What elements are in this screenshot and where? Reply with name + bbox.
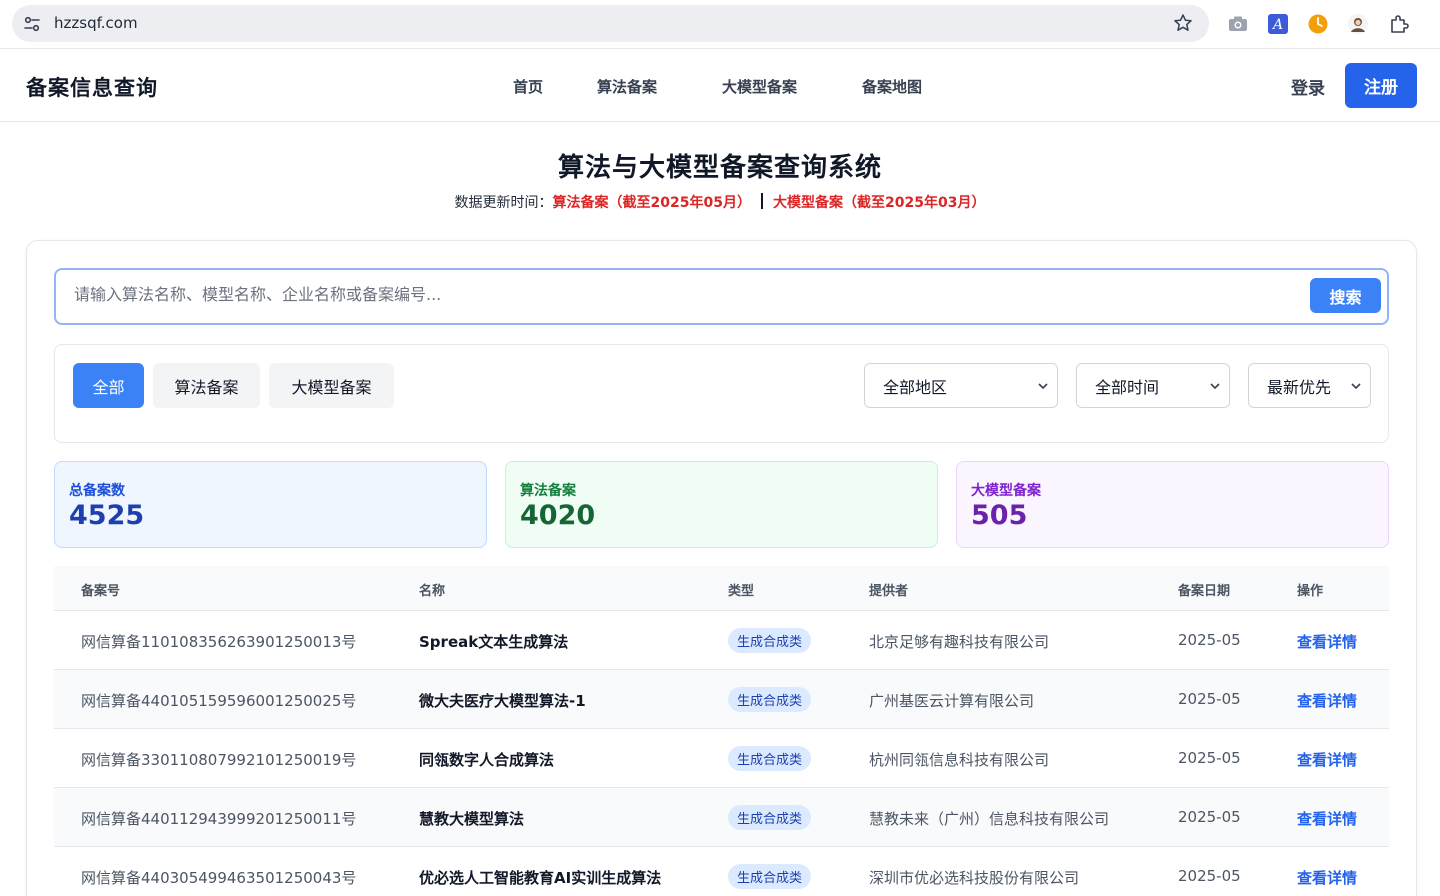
- table-row: 网信算备440112943999201250011号 慧教大模型算法 生成合成类…: [54, 788, 1389, 847]
- type-badge: 生成合成类: [728, 746, 812, 771]
- model-update-date: 大模型备案（截至2025年03月）: [773, 195, 986, 211]
- region-select-value: 全部地区: [883, 377, 948, 397]
- filing-number: 网信算备110108356263901250013号: [81, 633, 357, 651]
- nav-home[interactable]: 首页: [513, 76, 543, 97]
- col-provider: 提供者: [869, 584, 909, 599]
- stat-total: 总备案数 4525: [54, 461, 487, 548]
- site-brand[interactable]: 备案信息查询: [26, 72, 158, 102]
- chevron-down-icon: [1038, 383, 1048, 390]
- filing-number: 网信算备440105159596001250025号: [81, 692, 357, 710]
- extensions-puzzle-icon[interactable]: [1388, 13, 1410, 35]
- svg-text:A: A: [1271, 17, 1283, 33]
- filter-panel: 全部 算法备案 大模型备案 全部地区 全部时间 最新优先: [54, 344, 1389, 443]
- filing-date: 2025-05: [1178, 631, 1241, 649]
- stat-algorithm-value: 4020: [520, 500, 596, 531]
- stat-model: 大模型备案 505: [956, 461, 1389, 548]
- type-badge: 生成合成类: [728, 628, 812, 653]
- tab-all[interactable]: 全部: [73, 363, 144, 408]
- page-title: 算法与大模型备案查询系统: [557, 153, 882, 183]
- stat-model-value: 505: [971, 500, 1028, 531]
- chevron-down-icon: [1210, 383, 1220, 390]
- type-badge: 生成合成类: [728, 687, 812, 712]
- nav-model-filing[interactable]: 大模型备案: [722, 76, 797, 97]
- view-details-link[interactable]: 查看详情: [1297, 749, 1357, 770]
- timer-extension-icon[interactable]: [1307, 13, 1329, 35]
- chevron-down-icon: [1351, 383, 1361, 390]
- table-row: 网信算备330110807992101250019号 同瓴数字人合成算法 生成合…: [54, 729, 1389, 788]
- camera-icon[interactable]: [1227, 13, 1249, 35]
- type-badge: 生成合成类: [728, 805, 812, 830]
- search-button[interactable]: 搜索: [1310, 278, 1381, 313]
- view-details-link[interactable]: 查看详情: [1297, 867, 1357, 888]
- browser-toolbar: hzzsqf.com A: [0, 0, 1440, 49]
- site-header: 备案信息查询 首页 算法备案 大模型备案 备案地图 登录 注册: [0, 50, 1440, 122]
- filing-name: 同瓴数字人合成算法: [419, 751, 555, 769]
- tab-large-model[interactable]: 大模型备案: [269, 363, 394, 408]
- search-box: 搜索: [54, 268, 1389, 325]
- filing-date: 2025-05: [1178, 749, 1241, 767]
- view-details-link[interactable]: 查看详情: [1297, 690, 1357, 711]
- stat-algorithm-label: 算法备案: [520, 483, 576, 499]
- table-header: 备案号 名称 类型 提供者 备案日期 操作: [54, 566, 1389, 611]
- filing-date: 2025-05: [1178, 867, 1241, 885]
- col-name: 名称: [419, 584, 446, 599]
- translate-extension-icon[interactable]: A: [1267, 13, 1289, 35]
- provider: 杭州同瓴信息科技有限公司: [869, 751, 1050, 769]
- nav-algorithm-filing[interactable]: 算法备案: [597, 76, 657, 97]
- filing-date: 2025-05: [1178, 808, 1241, 826]
- stat-model-label: 大模型备案: [971, 483, 1041, 499]
- tab-algorithm[interactable]: 算法备案: [153, 363, 260, 408]
- table-row: 网信算备440305499463501250043号 优必选人工智能教育AI实训…: [54, 847, 1389, 896]
- table-row: 网信算备110108356263901250013号 Spreak文本生成算法 …: [54, 611, 1389, 670]
- filing-name: 优必选人工智能教育AI实训生成算法: [419, 869, 662, 887]
- view-details-link[interactable]: 查看详情: [1297, 808, 1357, 829]
- algo-update-date: 算法备案（截至2025年05月）: [552, 195, 751, 211]
- filing-date: 2025-05: [1178, 690, 1241, 708]
- col-date: 备案日期: [1178, 584, 1231, 599]
- update-prefix: 数据更新时间：: [454, 195, 553, 211]
- profile-avatar-icon[interactable]: [1347, 13, 1369, 35]
- sort-select-value: 最新优先: [1267, 377, 1332, 397]
- bookmark-star-icon[interactable]: [1173, 13, 1193, 33]
- view-details-link[interactable]: 查看详情: [1297, 631, 1357, 652]
- table-row: 网信算备440105159596001250025号 微大夫医疗大模型算法-1 …: [54, 670, 1389, 729]
- address-bar[interactable]: hzzsqf.com: [12, 5, 1209, 42]
- url-text[interactable]: hzzsqf.com: [54, 14, 138, 32]
- provider: 慧教未来（广州）信息科技有限公司: [869, 810, 1110, 828]
- separator: [761, 193, 763, 209]
- sort-select[interactable]: 最新优先: [1248, 363, 1371, 408]
- col-type: 类型: [728, 584, 755, 599]
- register-button[interactable]: 注册: [1345, 63, 1417, 108]
- type-badge: 生成合成类: [728, 864, 812, 889]
- stat-total-label: 总备案数: [69, 483, 125, 499]
- stat-total-value: 4525: [69, 500, 145, 531]
- time-select-value: 全部时间: [1095, 377, 1160, 397]
- login-link[interactable]: 登录: [1291, 74, 1325, 99]
- site-settings-icon[interactable]: [22, 14, 42, 34]
- col-filing-number: 备案号: [81, 584, 121, 599]
- filing-name: 慧教大模型算法: [419, 810, 525, 828]
- provider: 深圳市优必选科技股份有限公司: [869, 869, 1080, 887]
- time-select[interactable]: 全部时间: [1076, 363, 1230, 408]
- filing-name: Spreak文本生成算法: [419, 633, 569, 651]
- filing-number: 网信算备330110807992101250019号: [81, 751, 357, 769]
- provider: 北京足够有趣科技有限公司: [869, 633, 1050, 651]
- search-input[interactable]: [74, 285, 1274, 304]
- provider: 广州基医云计算有限公司: [869, 692, 1035, 710]
- col-action: 操作: [1297, 584, 1324, 599]
- filing-number: 网信算备440305499463501250043号: [81, 869, 357, 887]
- data-update-info: 数据更新时间：算法备案（截至2025年05月） 大模型备案（截至2025年03月）: [0, 192, 1440, 212]
- nav-filing-map[interactable]: 备案地图: [862, 76, 922, 97]
- region-select[interactable]: 全部地区: [864, 363, 1058, 408]
- filing-name: 微大夫医疗大模型算法-1: [419, 692, 586, 710]
- filing-number: 网信算备440112943999201250011号: [81, 810, 357, 828]
- stat-algorithm: 算法备案 4020: [505, 461, 938, 548]
- filing-table: 备案号 名称 类型 提供者 备案日期 操作 网信算备11010835626390…: [54, 566, 1389, 896]
